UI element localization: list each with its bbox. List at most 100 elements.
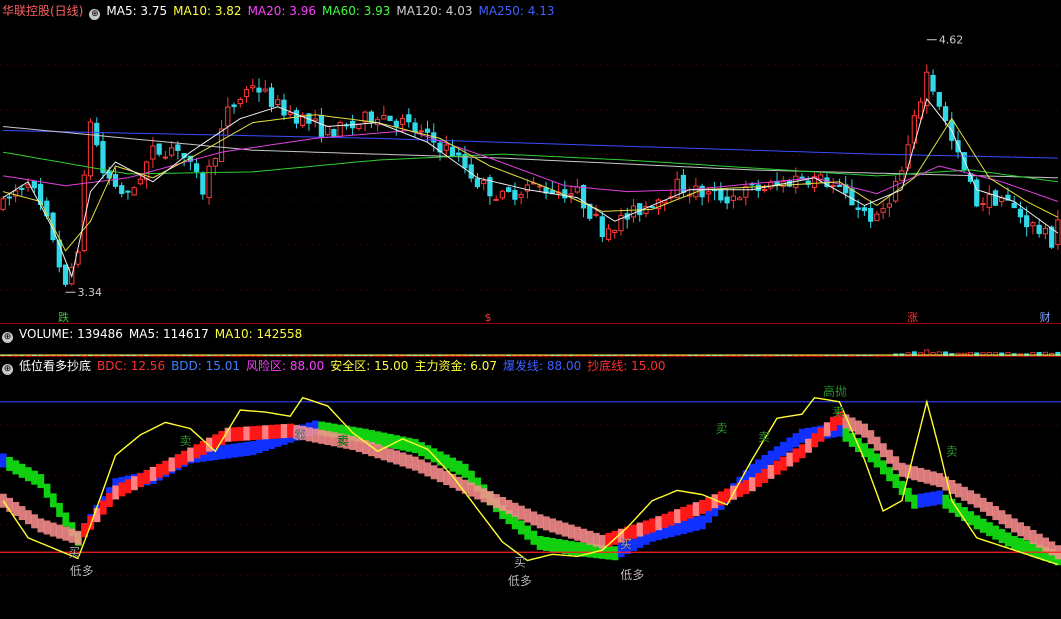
candle-body bbox=[830, 184, 836, 187]
bdd-block bbox=[574, 542, 581, 557]
bdc-block bbox=[1029, 529, 1037, 544]
candle-body bbox=[418, 130, 424, 133]
high-label: 4.62 bbox=[939, 34, 964, 47]
candle-body bbox=[406, 114, 412, 123]
bdc-block bbox=[929, 471, 937, 486]
indicator-panel-header: ⊕ 低位看多抄底 BDC: 12.56 BDD: 15.01 风险区: 88.00 安全区… bbox=[2, 357, 671, 375]
bdc-block bbox=[480, 488, 488, 503]
bdd-block bbox=[942, 494, 950, 509]
bdc-block bbox=[518, 505, 525, 520]
bdc-block bbox=[580, 528, 588, 543]
bdc-block bbox=[37, 518, 45, 533]
bdd-block bbox=[998, 529, 1006, 544]
bdd-block bbox=[243, 441, 251, 456]
bdc-block bbox=[131, 476, 138, 491]
bdc-block bbox=[399, 452, 407, 467]
volume-toggle-icon[interactable]: ⊕ bbox=[2, 332, 13, 343]
bdd-block bbox=[549, 537, 556, 552]
price-indicator: MA120: 4.03 bbox=[396, 4, 473, 18]
bdc-block bbox=[174, 454, 182, 469]
bdc-block bbox=[143, 470, 151, 485]
bdd-block bbox=[542, 536, 550, 551]
candle-body bbox=[568, 193, 574, 196]
bdc-block bbox=[555, 520, 563, 535]
bdd-block bbox=[780, 441, 787, 456]
candle-body bbox=[225, 106, 231, 127]
signal-label: 卖 bbox=[180, 434, 192, 448]
bdc-block bbox=[599, 534, 606, 549]
bdc-block bbox=[954, 483, 962, 498]
bdc-block bbox=[979, 497, 987, 512]
bdc-block bbox=[649, 518, 656, 533]
signal-label: 卖 bbox=[832, 405, 844, 419]
candle-body bbox=[212, 158, 218, 167]
bdc-block bbox=[393, 450, 400, 465]
bdc-block bbox=[355, 438, 363, 453]
candle-body bbox=[94, 122, 100, 146]
bdc-block bbox=[961, 486, 968, 501]
bdd-block bbox=[18, 463, 26, 478]
bdd-block bbox=[748, 463, 756, 478]
bdd-block bbox=[1011, 535, 1018, 550]
bdc-block bbox=[112, 485, 120, 500]
signal-label: 卖 bbox=[758, 430, 770, 444]
bdc-block bbox=[823, 422, 831, 437]
bdc-block bbox=[180, 450, 188, 465]
candle-body bbox=[936, 92, 942, 107]
candle-body bbox=[0, 198, 6, 210]
bdc-block bbox=[318, 429, 326, 444]
bdd-block bbox=[767, 450, 775, 465]
bdc-block bbox=[655, 516, 663, 531]
signal-label: 卖 bbox=[946, 444, 958, 458]
bdc-block bbox=[106, 493, 113, 508]
bdc-block bbox=[411, 456, 419, 471]
settings-toggle-icon[interactable]: ⊕ bbox=[89, 9, 101, 20]
bdd-block bbox=[686, 518, 694, 533]
bdd-block bbox=[680, 519, 688, 534]
indicator-value: 安全区: 15.00 bbox=[330, 359, 409, 373]
candle-body bbox=[580, 184, 587, 209]
bdd-block bbox=[873, 453, 881, 468]
price-indicator: MA250: 4.13 bbox=[478, 4, 555, 18]
signal-label: 低多 bbox=[70, 564, 94, 578]
indicator-toggle-icon[interactable]: ⊕ bbox=[2, 364, 13, 375]
signal-label: 卖 bbox=[715, 422, 727, 436]
bdd-block bbox=[418, 442, 425, 457]
bdd-block bbox=[786, 437, 794, 452]
bdd-block bbox=[0, 453, 7, 468]
candle-body bbox=[175, 144, 181, 151]
bdc-block bbox=[911, 466, 918, 481]
bdc-block bbox=[923, 469, 931, 484]
signal-label: 低多 bbox=[508, 574, 532, 588]
bdc-block bbox=[886, 449, 893, 464]
bdd-block bbox=[586, 543, 594, 558]
candle-body bbox=[275, 99, 281, 105]
candle-body bbox=[899, 170, 905, 181]
candle-body bbox=[605, 228, 612, 240]
candle-body bbox=[325, 125, 331, 136]
signal-label: 低多 bbox=[620, 568, 644, 582]
bdc-block bbox=[549, 518, 556, 533]
bdc-block bbox=[680, 506, 688, 521]
candle-body bbox=[268, 87, 275, 108]
price-indicator: MA10: 3.82 bbox=[173, 4, 242, 18]
bdd-block bbox=[43, 483, 51, 498]
candle-body bbox=[318, 114, 325, 137]
bdc-block bbox=[917, 467, 925, 482]
bdd-block bbox=[979, 518, 987, 533]
indicator-value: BDC: 12.56 bbox=[97, 359, 166, 373]
candle-body bbox=[481, 180, 487, 185]
bdc-block bbox=[193, 444, 201, 459]
bdc-block bbox=[49, 522, 57, 537]
bdc-block bbox=[742, 480, 750, 495]
bdd-block bbox=[411, 439, 419, 454]
bdc-block bbox=[511, 502, 519, 517]
bdc-block bbox=[873, 436, 881, 451]
bdd-block bbox=[524, 525, 531, 540]
bdd-block bbox=[867, 448, 875, 463]
bdc-block bbox=[642, 520, 650, 535]
bdd-block bbox=[1017, 538, 1025, 553]
candle-body bbox=[331, 128, 337, 138]
candle-body bbox=[387, 115, 393, 122]
bdd-block bbox=[530, 530, 538, 545]
